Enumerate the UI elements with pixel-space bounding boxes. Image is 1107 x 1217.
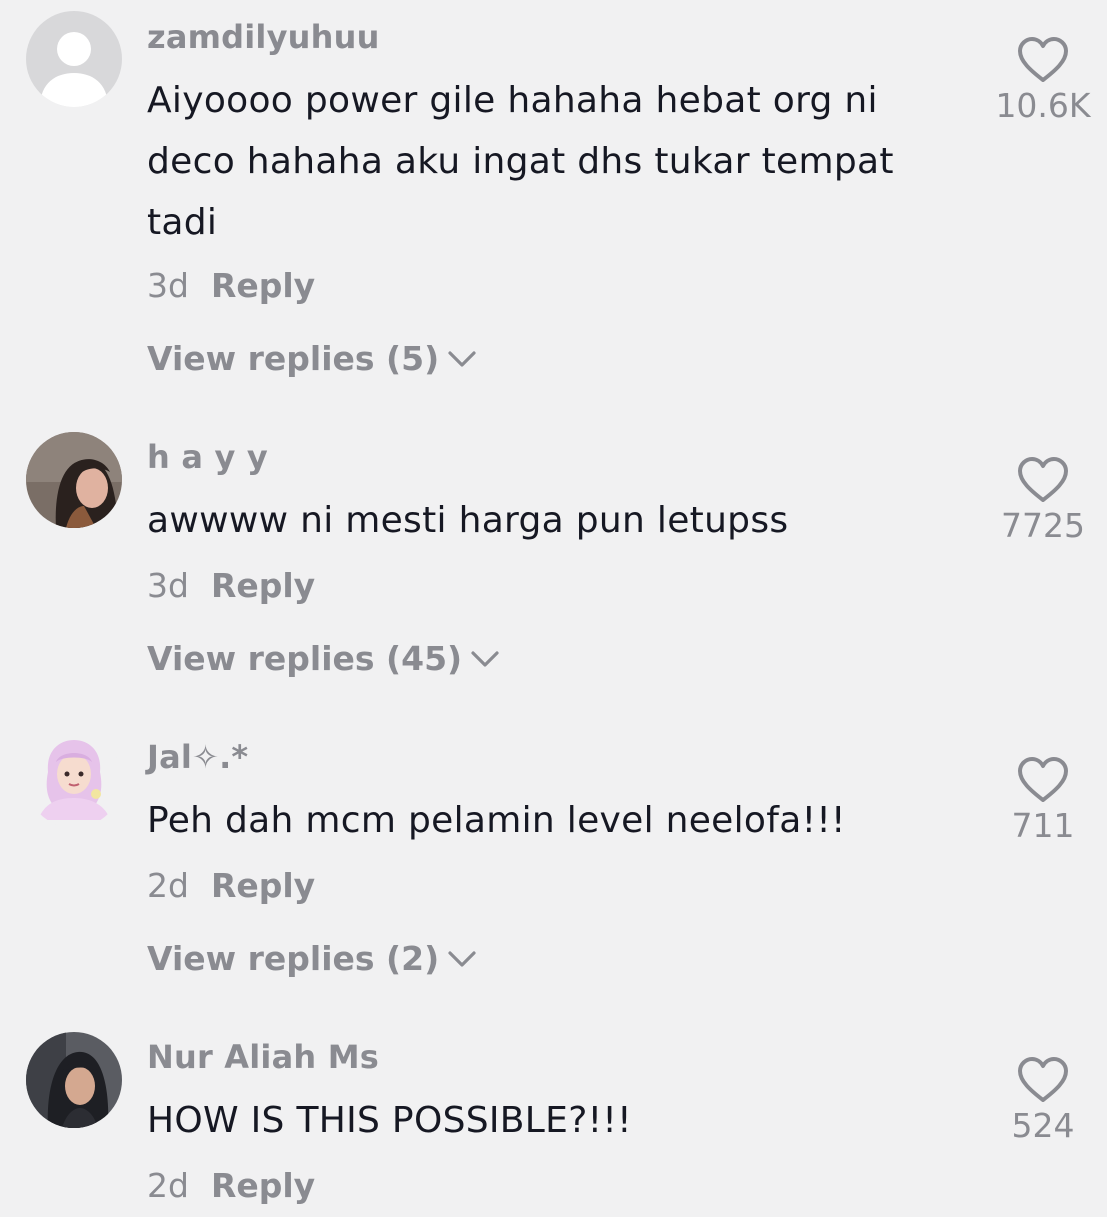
view-replies-label: View replies (2) (147, 939, 440, 978)
comment-time: 3d (147, 566, 189, 605)
view-replies-button[interactable]: View replies (2) (147, 939, 477, 978)
like-button[interactable]: 711 (983, 756, 1103, 845)
heart-icon (1018, 1057, 1068, 1102)
comment-text: Aiyoooo power gile hahaha hebat org ni d… (147, 80, 894, 243)
comment-time: 3d (147, 266, 189, 305)
heart-icon (1018, 457, 1068, 502)
comment-meta: 2d Reply (147, 1166, 315, 1205)
like-button[interactable]: 10.6K (983, 36, 1103, 125)
like-count: 7725 (1001, 506, 1085, 545)
default-avatar-icon (26, 11, 122, 107)
comment-time: 2d (147, 1166, 189, 1205)
view-replies-button[interactable]: View replies (45) (147, 639, 500, 678)
like-button[interactable]: 7725 (983, 456, 1103, 545)
view-replies-button[interactable]: View replies (5) (147, 339, 477, 378)
like-count: 524 (1011, 1106, 1075, 1145)
hijab-cartoon-avatar-icon (26, 732, 122, 828)
avatar[interactable] (26, 732, 122, 828)
comment-username[interactable]: Jal✧.* (147, 738, 248, 776)
view-replies-label: View replies (5) (147, 339, 440, 378)
chevron-down-icon (448, 350, 476, 367)
comment-text: awwww ni mesti harga pun letupss (147, 500, 789, 541)
comment-meta: 3d Reply (147, 566, 315, 605)
user-photo-icon (26, 1032, 122, 1128)
user-photo-icon (26, 432, 122, 528)
reply-button[interactable]: Reply (211, 266, 315, 305)
like-count: 10.6K (995, 86, 1091, 125)
reply-button[interactable]: Reply (211, 1166, 315, 1205)
view-replies-label: View replies (45) (147, 639, 463, 678)
avatar[interactable] (26, 432, 122, 528)
avatar[interactable] (26, 11, 122, 107)
comment-text: HOW IS THIS POSSIBLE?!!! (147, 1100, 632, 1141)
comment-meta: 3d Reply (147, 266, 315, 305)
heart-icon (1018, 37, 1068, 82)
comment-text: Peh dah mcm pelamin level neelofa!!! (147, 800, 846, 841)
like-count: 711 (1011, 806, 1075, 845)
comment-username[interactable]: Nur Aliah Ms (147, 1038, 379, 1076)
chevron-down-icon (448, 950, 476, 967)
comment-username[interactable]: zamdilyuhuu (147, 18, 380, 56)
like-button[interactable]: 524 (983, 1056, 1103, 1145)
heart-icon (1018, 757, 1068, 802)
reply-button[interactable]: Reply (211, 566, 315, 605)
comment-username[interactable]: h a y y (147, 438, 268, 476)
comment-time: 2d (147, 866, 189, 905)
comment-meta: 2d Reply (147, 866, 315, 905)
reply-button[interactable]: Reply (211, 866, 315, 905)
avatar[interactable] (26, 1032, 122, 1128)
chevron-down-icon (471, 650, 499, 667)
